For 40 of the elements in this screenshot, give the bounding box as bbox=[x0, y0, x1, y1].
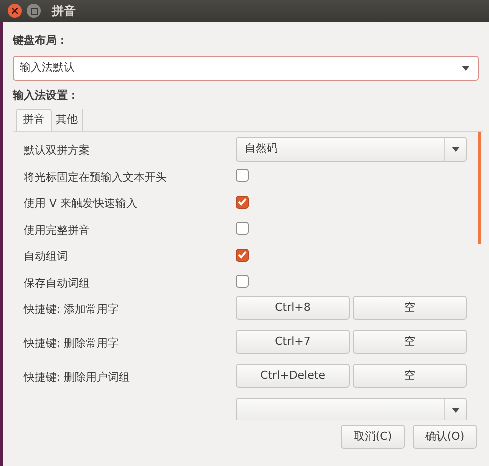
dialog-button[interactable]: 确认(O) bbox=[413, 425, 477, 449]
dropdown-caret-icon bbox=[452, 408, 460, 412]
window-title: 拼音 bbox=[52, 3, 76, 20]
section-label: 键盘布局： bbox=[13, 33, 69, 49]
dialog-button[interactable]: 取消(C) bbox=[341, 425, 405, 449]
setting-label: 快捷键: 删除用户词组 bbox=[24, 371, 130, 384]
maximize-button[interactable] bbox=[27, 4, 41, 18]
shortcut-button[interactable]: 空 bbox=[353, 330, 467, 354]
shortcut-button[interactable]: Ctrl+8 bbox=[236, 296, 350, 320]
shortcut-button[interactable]: 空 bbox=[353, 364, 467, 388]
dropdown-caret-icon bbox=[452, 146, 460, 152]
section-label: 输入法设置： bbox=[13, 88, 80, 104]
scrollbar[interactable] bbox=[478, 132, 481, 244]
setting-label: 默认双拼方案 bbox=[24, 144, 90, 157]
maximize-icon bbox=[30, 8, 38, 14]
setting-label: 将光标固定在预输入文本开头 bbox=[24, 170, 167, 184]
checkmark-icon bbox=[238, 198, 247, 206]
tab[interactable]: 拼音 bbox=[16, 109, 52, 131]
shortcut-button[interactable]: Ctrl+Delete bbox=[236, 364, 350, 388]
checkmark-icon bbox=[238, 251, 247, 259]
close-button[interactable] bbox=[8, 4, 22, 18]
checkbox[interactable] bbox=[236, 169, 249, 182]
dropdown[interactable]: 输入法默认 bbox=[13, 56, 479, 81]
shortcut-button[interactable]: Ctrl+7 bbox=[236, 330, 350, 354]
setting-label: 保存自动词组 bbox=[24, 276, 90, 290]
shortcut-button[interactable]: 空 bbox=[353, 296, 467, 320]
close-icon bbox=[12, 8, 18, 14]
checkbox[interactable] bbox=[236, 275, 249, 288]
setting-label: 使用完整拼音 bbox=[24, 224, 90, 236]
setting-label: 快捷键: 删除常用字 bbox=[24, 337, 120, 350]
dropdown[interactable]: 自然码 bbox=[236, 136, 467, 162]
setting-label: 快捷键: 添加常用字 bbox=[24, 303, 120, 316]
dropdown-caret-icon bbox=[462, 66, 470, 71]
checkbox[interactable] bbox=[236, 196, 249, 208]
checkbox[interactable] bbox=[236, 222, 249, 235]
tab[interactable]: 其他 bbox=[52, 109, 83, 131]
setting-label: 自动组词 bbox=[24, 250, 68, 263]
setting-label: 使用 V 来触发快速输入 bbox=[24, 197, 138, 210]
dropdown[interactable] bbox=[236, 398, 467, 420]
checkbox[interactable] bbox=[236, 248, 249, 262]
